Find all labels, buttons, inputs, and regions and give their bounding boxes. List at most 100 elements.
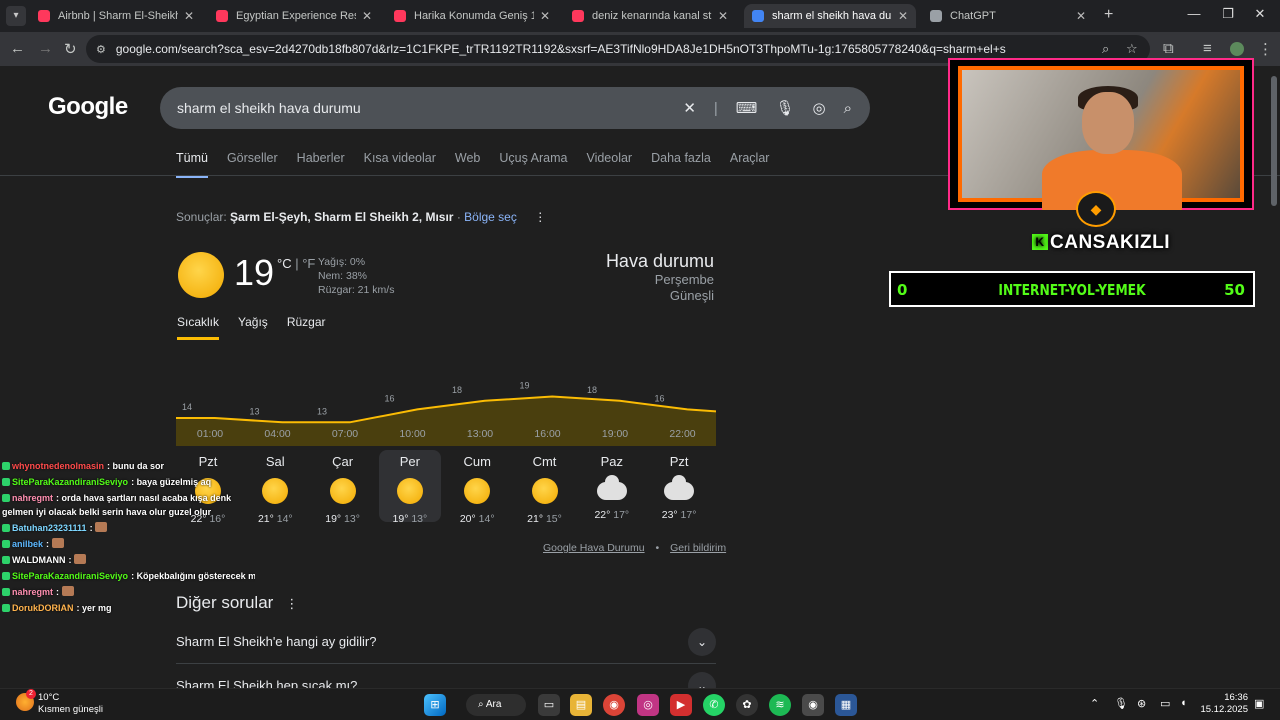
file-explorer-icon[interactable]: ▤ [570, 694, 592, 716]
search-icon[interactable]: ⌕ [844, 100, 852, 117]
profile-avatar[interactable] [1230, 42, 1244, 56]
chat-username[interactable]: nahregmt [12, 587, 53, 597]
google-logo[interactable]: Google [48, 93, 128, 121]
start-icon[interactable]: ⊞ [424, 694, 446, 716]
search-tab[interactable]: Daha fazla [651, 151, 711, 178]
chevron-down-icon[interactable]: ⌄ [688, 628, 716, 656]
paa-menu-icon[interactable]: ⋮ [285, 596, 298, 611]
chat-username[interactable]: SiteParaKazandiraniSeviyo [12, 477, 128, 487]
search-box[interactable]: sharm el sheikh hava durumu ✕ | ⌨ 🎙 ◎ ⌕ [160, 87, 870, 129]
forecast-day[interactable]: Per 19° 13° [378, 450, 441, 525]
more-options-icon[interactable]: ⋮ [534, 210, 546, 224]
zoom-icon[interactable]: ⌕ [1102, 41, 1109, 57]
paa-question[interactable]: Sharm El Sheikh'e hangi ay gidilir? ⌄ [176, 628, 716, 664]
mic-tray-icon[interactable]: 🎙 [1114, 697, 1128, 710]
close-tab-icon[interactable]: ✕ [362, 9, 372, 23]
keyboard-icon[interactable]: ⌨ [736, 99, 758, 117]
extensions-icon[interactable]: ⧉ [1163, 40, 1174, 57]
goal-start: 0 [897, 281, 908, 299]
weather-tab[interactable]: Sıcaklık [177, 315, 220, 340]
clock[interactable]: 16:36 15.12.2025 [1200, 692, 1248, 716]
search-tab[interactable]: Web [455, 151, 480, 178]
unit-fahrenheit[interactable]: °F [302, 256, 315, 271]
page-scrollbar[interactable] [1271, 76, 1277, 206]
search-tab[interactable]: Haberler [297, 151, 345, 178]
network-icon[interactable]: ⊛ [1137, 697, 1146, 710]
maximize-button[interactable]: ❐ [1216, 6, 1240, 22]
browser-tab[interactable]: ChatGPT ✕ [922, 4, 1094, 28]
tab-search-button[interactable]: ▾ [6, 6, 26, 26]
close-window-button[interactable]: ✕ [1248, 6, 1272, 22]
chevron-down-icon[interactable]: ⌄ [688, 672, 716, 688]
forward-icon[interactable]: → [38, 40, 53, 57]
instagram-icon[interactable]: ◎ [637, 694, 659, 716]
bookmark-star-icon[interactable]: ☆ [1126, 41, 1138, 57]
paa-question[interactable]: Sharm El Sheikh hep sıcak mı? ⌄ [176, 672, 716, 688]
display-icon[interactable]: ▭ [1160, 697, 1170, 710]
forecast-day[interactable]: Pzt 23° 17° [648, 454, 710, 522]
browser-tab[interactable]: Egyptian Experience Resort'ta G ✕ [208, 4, 380, 28]
search-tab[interactable]: Videolar [586, 151, 632, 178]
lens-icon[interactable]: ◎ [813, 99, 826, 117]
weather-source-link[interactable]: Google Hava Durumu [543, 542, 645, 554]
forecast-temps: 20° 14° [446, 513, 508, 525]
weather-tab[interactable]: Yağış [238, 315, 268, 340]
spotify-icon[interactable]: ≋ [769, 694, 791, 716]
minimize-button[interactable]: — [1182, 6, 1206, 21]
search-tab[interactable]: Uçuş Arama [499, 151, 567, 178]
chat-username[interactable]: whynotnedenolmasin [12, 461, 104, 471]
forecast-day[interactable]: Cmt 21° 15° [514, 454, 576, 525]
close-tab-icon[interactable]: ✕ [898, 9, 908, 23]
search-tab[interactable]: Araçlar [730, 151, 770, 178]
chrome-active-icon[interactable]: ◉ [802, 694, 824, 716]
weather-tab[interactable]: Rüzgar [287, 315, 326, 340]
browser-tab[interactable]: deniz kenarında kanal stüdyosu ✕ [564, 4, 736, 28]
site-info-icon[interactable]: ⚙ [96, 43, 106, 56]
back-icon[interactable]: ← [10, 40, 25, 57]
forecast-low: 15° [545, 513, 562, 525]
chat-username[interactable]: anilbek [12, 539, 43, 549]
search-tab[interactable]: Kısa videolar [364, 151, 436, 178]
search-tab[interactable]: Tümü [176, 151, 208, 178]
weather-widget[interactable]: 10°C Kısmen güneşli [38, 692, 103, 716]
search-input[interactable]: sharm el sheikh hava durumu [177, 100, 683, 116]
new-tab-button[interactable]: + [1104, 6, 1113, 24]
weather-badge: 2 [26, 689, 36, 699]
task-view-icon[interactable]: ▭ [538, 694, 560, 716]
chat-username[interactable]: DorukDORIAN [12, 603, 74, 613]
chat-username[interactable]: Batuhan23231111 [12, 523, 87, 533]
browser-tab[interactable]: Harika Konumda Geniş 1 Yatak ✕ [386, 4, 558, 28]
chat-username[interactable]: SiteParaKazandiraniSeviyo [12, 571, 128, 581]
volume-icon[interactable]: ◖ [1180, 697, 1187, 709]
tab-title: ChatGPT [950, 10, 996, 22]
search-tab[interactable]: Görseller [227, 151, 278, 178]
forecast-day[interactable]: Cum 20° 14° [446, 454, 508, 525]
taskbar-search[interactable]: ⌕ Ara [466, 694, 526, 716]
whatsapp-icon[interactable]: ✆ [703, 694, 725, 716]
close-tab-icon[interactable]: ✕ [1076, 9, 1086, 23]
menu-icon[interactable]: ⋮ [1258, 40, 1273, 58]
close-tab-icon[interactable]: ✕ [718, 9, 728, 23]
chat-username[interactable]: nahregmt [12, 493, 53, 503]
app-icon[interactable]: ✿ [736, 694, 758, 716]
mic-icon[interactable]: 🎙 [775, 99, 794, 117]
reload-icon[interactable]: ↻ [64, 40, 77, 58]
browser-tab[interactable]: Airbnb | Sharm El-Sheikh - Tatil ✕ [30, 4, 202, 28]
unit-celsius[interactable]: °C [277, 256, 292, 271]
forecast-day[interactable]: Çar 19° 13° [312, 454, 374, 525]
region-link[interactable]: Bölge seç [464, 210, 517, 224]
browser-tab[interactable]: sharm el sheikh hava durumu - ✕ [744, 4, 916, 28]
close-tab-icon[interactable]: ✕ [184, 9, 194, 23]
calculator-icon[interactable]: ▦ [835, 694, 857, 716]
close-tab-icon[interactable]: ✕ [540, 9, 550, 23]
chat-badge-icon [2, 478, 10, 486]
media-icon[interactable]: ≡ [1203, 40, 1212, 57]
tray-chevron-icon[interactable]: ⌃ [1090, 697, 1099, 710]
notification-icon[interactable]: ▣ [1254, 697, 1264, 710]
chat-username[interactable]: WALDMANN [12, 555, 66, 565]
feedback-link[interactable]: Geri bildirim [670, 542, 726, 554]
chrome-icon[interactable]: ◉ [603, 694, 625, 716]
forecast-day[interactable]: Paz 22° 17° [581, 454, 643, 522]
app-icon[interactable]: ▶ [670, 694, 692, 716]
clear-icon[interactable]: ✕ [683, 99, 696, 117]
